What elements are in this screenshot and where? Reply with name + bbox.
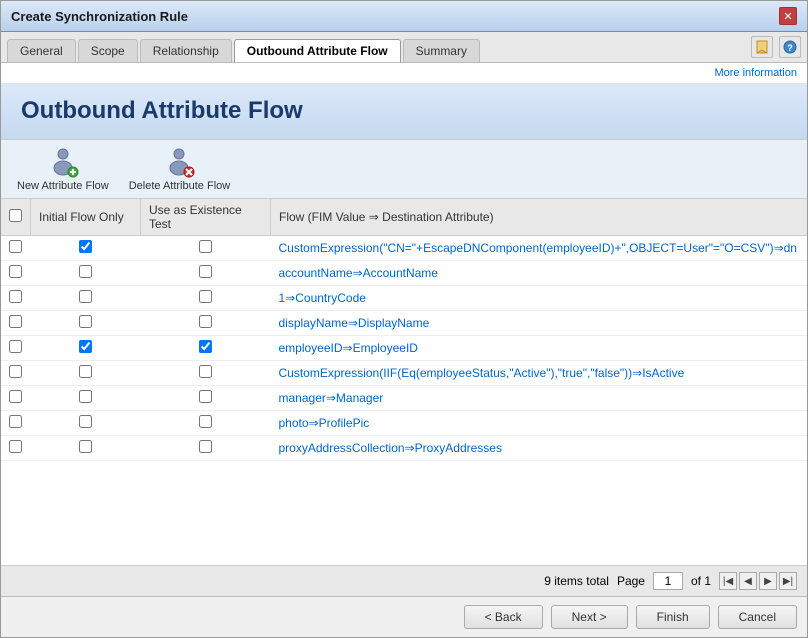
attribute-flow-table-container: Initial Flow Only Use as Existence Test … bbox=[1, 199, 807, 565]
footer-bar: < Back Next > Finish Cancel bbox=[1, 596, 807, 637]
initial-flow-checkbox[interactable] bbox=[79, 440, 92, 453]
main-window: Create Synchronization Rule ✕ General Sc… bbox=[0, 0, 808, 638]
row-select-checkbox[interactable] bbox=[9, 390, 22, 403]
table-body: CustomExpression("CN="+EscapeDNComponent… bbox=[1, 236, 807, 461]
tab-general[interactable]: General bbox=[7, 39, 76, 62]
existence-test-checkbox[interactable] bbox=[199, 390, 212, 403]
row-select-checkbox[interactable] bbox=[9, 340, 22, 353]
initial-flow-checkbox[interactable] bbox=[79, 390, 92, 403]
tab-scope[interactable]: Scope bbox=[78, 39, 138, 62]
row-select-checkbox[interactable] bbox=[9, 315, 22, 328]
question-icon: ? bbox=[783, 40, 797, 54]
delete-attribute-flow-button[interactable]: Delete Attribute Flow bbox=[129, 146, 231, 192]
table-row: CustomExpression("CN="+EscapeDNComponent… bbox=[1, 236, 807, 261]
back-button[interactable]: < Back bbox=[464, 605, 543, 629]
select-all-checkbox[interactable] bbox=[9, 209, 22, 222]
existence-test-checkbox[interactable] bbox=[199, 340, 212, 353]
table-row: employeeID⇒EmployeeID bbox=[1, 336, 807, 361]
row-select-checkbox[interactable] bbox=[9, 240, 22, 253]
flow-value: 1⇒CountryCode bbox=[271, 286, 808, 311]
initial-flow-checkbox[interactable] bbox=[79, 315, 92, 328]
table-row: photo⇒ProfilePic bbox=[1, 411, 807, 436]
existence-test-checkbox[interactable] bbox=[199, 440, 212, 453]
existence-test-checkbox[interactable] bbox=[199, 315, 212, 328]
tabs-right-icons: ? bbox=[751, 36, 801, 62]
flow-value: displayName⇒DisplayName bbox=[271, 311, 808, 336]
svg-text:?: ? bbox=[787, 43, 793, 53]
initial-flow-checkbox[interactable] bbox=[79, 240, 92, 253]
cancel-button[interactable]: Cancel bbox=[718, 605, 797, 629]
next-button[interactable]: Next > bbox=[551, 605, 628, 629]
existence-test-checkbox[interactable] bbox=[199, 265, 212, 278]
title-bar: Create Synchronization Rule ✕ bbox=[1, 1, 807, 32]
initial-flow-checkbox[interactable] bbox=[79, 265, 92, 278]
flow-value: accountName⇒AccountName bbox=[271, 261, 808, 286]
attribute-flow-table: Initial Flow Only Use as Existence Test … bbox=[1, 199, 807, 461]
delete-attribute-flow-label: Delete Attribute Flow bbox=[129, 180, 231, 192]
header-initial-flow: Initial Flow Only bbox=[31, 199, 141, 236]
delete-attribute-flow-icon bbox=[163, 146, 195, 178]
new-attribute-flow-icon bbox=[47, 146, 79, 178]
content-area: More information Outbound Attribute Flow bbox=[1, 63, 807, 596]
table-row: 1⇒CountryCode bbox=[1, 286, 807, 311]
table-row: proxyAddressCollection⇒ProxyAddresses bbox=[1, 436, 807, 461]
initial-flow-checkbox[interactable] bbox=[79, 365, 92, 378]
flow-value: CustomExpression(IIF(Eq(employeeStatus,"… bbox=[271, 361, 808, 386]
first-page-button[interactable]: |◀ bbox=[719, 572, 737, 590]
last-page-button[interactable]: ▶| bbox=[779, 572, 797, 590]
page-header: Outbound Attribute Flow bbox=[1, 83, 807, 140]
items-total: 9 items total bbox=[544, 574, 609, 588]
pagination-bar: 9 items total Page of 1 |◀ ◀ ▶ ▶| bbox=[1, 565, 807, 596]
table-row: accountName⇒AccountName bbox=[1, 261, 807, 286]
header-existence-test: Use as Existence Test bbox=[141, 199, 271, 236]
initial-flow-checkbox[interactable] bbox=[79, 340, 92, 353]
existence-test-checkbox[interactable] bbox=[199, 290, 212, 303]
page-input[interactable] bbox=[653, 572, 683, 590]
help-icon-btn[interactable] bbox=[751, 36, 773, 58]
new-attribute-flow-label: New Attribute Flow bbox=[17, 180, 109, 192]
table-header-row: Initial Flow Only Use as Existence Test … bbox=[1, 199, 807, 236]
existence-test-checkbox[interactable] bbox=[199, 240, 212, 253]
tabs-bar: General Scope Relationship Outbound Attr… bbox=[1, 32, 807, 63]
initial-flow-checkbox[interactable] bbox=[79, 415, 92, 428]
table-row: displayName⇒DisplayName bbox=[1, 311, 807, 336]
header-flow: Flow (FIM Value ⇒ Destination Attribute) bbox=[271, 199, 808, 236]
flow-value: CustomExpression("CN="+EscapeDNComponent… bbox=[271, 236, 808, 261]
prev-page-button[interactable]: ◀ bbox=[739, 572, 757, 590]
page-label: Page bbox=[617, 574, 645, 588]
row-select-checkbox[interactable] bbox=[9, 290, 22, 303]
tabs-container: General Scope Relationship Outbound Attr… bbox=[7, 39, 480, 62]
question-icon-btn[interactable]: ? bbox=[779, 36, 801, 58]
table-row: CustomExpression(IIF(Eq(employeeStatus,"… bbox=[1, 361, 807, 386]
tab-outbound-attribute-flow[interactable]: Outbound Attribute Flow bbox=[234, 39, 401, 62]
flow-value: employeeID⇒EmployeeID bbox=[271, 336, 808, 361]
table-row: manager⇒Manager bbox=[1, 386, 807, 411]
more-information-link[interactable]: More information bbox=[1, 63, 807, 83]
page-title: Outbound Attribute Flow bbox=[21, 97, 787, 125]
finish-button[interactable]: Finish bbox=[636, 605, 710, 629]
tab-relationship[interactable]: Relationship bbox=[140, 39, 232, 62]
tab-summary[interactable]: Summary bbox=[403, 39, 480, 62]
bookmark-icon bbox=[755, 40, 769, 54]
existence-test-checkbox[interactable] bbox=[199, 415, 212, 428]
header-checkbox-col bbox=[1, 199, 31, 236]
window-title: Create Synchronization Rule bbox=[11, 9, 188, 24]
row-select-checkbox[interactable] bbox=[9, 440, 22, 453]
flow-value: proxyAddressCollection⇒ProxyAddresses bbox=[271, 436, 808, 461]
initial-flow-checkbox[interactable] bbox=[79, 290, 92, 303]
toolbar: New Attribute Flow Delete Attribute Flow bbox=[1, 140, 807, 199]
row-select-checkbox[interactable] bbox=[9, 415, 22, 428]
next-page-button[interactable]: ▶ bbox=[759, 572, 777, 590]
existence-test-checkbox[interactable] bbox=[199, 365, 212, 378]
row-select-checkbox[interactable] bbox=[9, 365, 22, 378]
close-button[interactable]: ✕ bbox=[779, 7, 797, 25]
flow-value: photo⇒ProfilePic bbox=[271, 411, 808, 436]
row-select-checkbox[interactable] bbox=[9, 265, 22, 278]
new-attribute-flow-button[interactable]: New Attribute Flow bbox=[17, 146, 109, 192]
of-label: of 1 bbox=[691, 574, 711, 588]
flow-value: manager⇒Manager bbox=[271, 386, 808, 411]
